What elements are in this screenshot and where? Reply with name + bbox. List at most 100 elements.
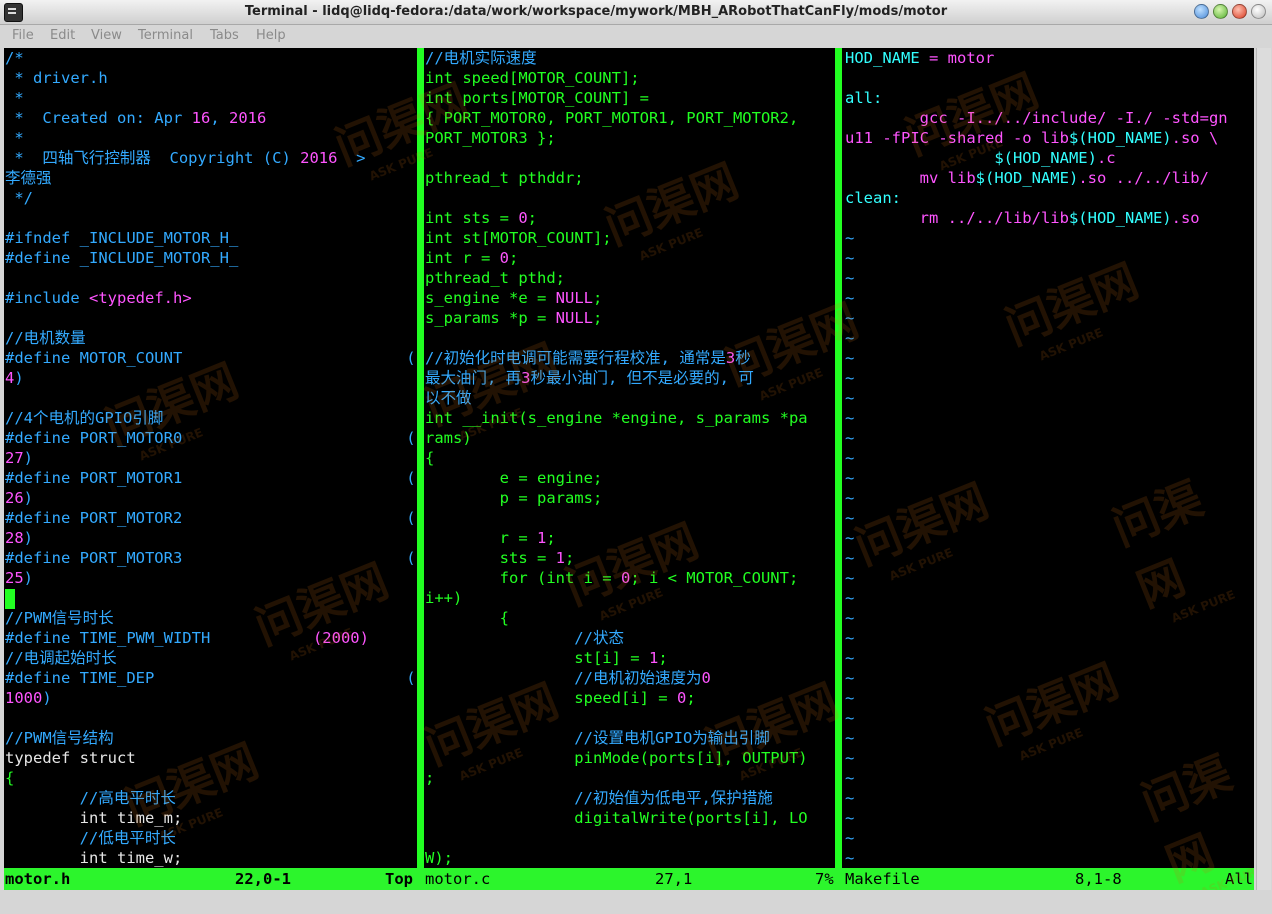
code-token: int st[MOTOR_COUNT]; <box>425 229 612 247</box>
code-token: = motor <box>919 49 995 67</box>
status-filename: Makefile <box>845 870 920 888</box>
maximize-icon[interactable] <box>1213 4 1228 19</box>
code-token: 3 <box>521 369 531 387</box>
code-token: ~ <box>845 349 855 367</box>
vertical-split-separator[interactable] <box>835 48 842 870</box>
code-line: W); <box>425 848 453 868</box>
code-line: * <box>5 128 23 148</box>
code-token: .so \ <box>1171 129 1219 147</box>
code-line: #define _INCLUDE_MOTOR_H_ <box>5 248 238 268</box>
code-token: ) <box>23 449 34 467</box>
code-token: ~ <box>845 549 855 567</box>
code-line: * 四轴飞行控制器 Copyright (C) 2016 > <box>5 148 365 168</box>
status-scroll: All <box>1225 870 1253 888</box>
editor-pane-motor-h[interactable]: /* * driver.h * * Created on: Apr 16, 20… <box>5 48 417 868</box>
code-line: * <box>5 88 23 108</box>
code-line: s_params *p = NULL; <box>425 308 602 328</box>
code-token: $(HOD_NAME) <box>975 169 1079 187</box>
code-token: p = params; <box>425 489 603 507</box>
code-line: p = params; <box>425 488 603 508</box>
code-line: ~ <box>845 608 854 628</box>
code-token: $(HOD_NAME) <box>994 149 1097 167</box>
code-line: 以不做 <box>425 388 472 408</box>
code-token: //电机实际速度 <box>425 49 537 67</box>
code-token: pinMode(ports[i], OUTPUT) <box>425 749 808 767</box>
code-line: clean: <box>845 188 901 208</box>
code-token: 0 <box>701 669 711 687</box>
code-token: { <box>425 449 435 467</box>
code-line: ~ <box>845 328 854 348</box>
code-line: #define TIME_PWM_WIDTH (2000) <box>5 628 369 648</box>
close-icon[interactable] <box>1232 4 1247 19</box>
code-token: (2000) <box>312 629 369 647</box>
code-line: ~ <box>845 528 854 548</box>
code-token: 25 <box>5 569 24 587</box>
code-token: 1000 <box>5 689 43 707</box>
terminal-scrollbar[interactable] <box>1256 48 1271 890</box>
menu-terminal[interactable]: Terminal <box>138 28 193 43</box>
code-line: ~ <box>845 428 854 448</box>
code-token: ~ <box>845 469 855 487</box>
code-line: ~ <box>845 548 854 568</box>
code-token: ~ <box>845 829 855 847</box>
code-token: ~ <box>845 449 855 467</box>
code-token: ~ <box>845 269 855 287</box>
code-line: //4个电机的GPIO引脚 <box>5 408 163 428</box>
code-line: 4) <box>5 368 24 388</box>
vim-status-line: motor.h 22,0-1 Top motor.c 27,1 7% Makef… <box>4 868 1254 890</box>
code-token: .so ../../lib/ <box>1078 169 1209 187</box>
code-token: 27 <box>5 449 24 467</box>
code-token: pthread_t pthddr; <box>425 169 584 187</box>
vertical-split-separator[interactable] <box>417 48 424 870</box>
code-token: #define _INCLUDE_MOTOR_H_ <box>5 249 239 267</box>
code-token: ~ <box>845 529 855 547</box>
menu-tabs[interactable]: Tabs <box>210 28 239 43</box>
code-line: //低电平时长 <box>5 828 176 848</box>
code-token: 最大油门, 再 <box>425 369 522 387</box>
code-token: 0 <box>620 569 631 587</box>
code-token: #ifndef _INCLUDE_MOTOR_H_ <box>5 229 239 247</box>
code-token: 2016 <box>228 109 267 127</box>
code-line: ~ <box>845 648 854 668</box>
code-token: W); <box>425 849 453 867</box>
code-token: #include <box>5 289 89 307</box>
code-line: r = 1; <box>425 528 556 548</box>
code-token: $(HOD_NAME) <box>1068 209 1172 227</box>
code-token: all: <box>845 89 883 107</box>
code-token: ~ <box>845 769 855 787</box>
menu-view[interactable]: View <box>91 28 122 43</box>
code-token: ~ <box>845 249 855 267</box>
code-token: gcc -I../../include/ -I./ -std=gn <box>845 109 1228 127</box>
code-line: ~ <box>845 748 854 768</box>
code-token: #define PORT_MOTOR3 ( <box>5 549 416 567</box>
status-filename: motor.c <box>425 870 491 888</box>
editor-pane-makefile[interactable]: HOD_NAME = motor all: gcc -I../../include… <box>845 48 1254 868</box>
code-token: > <box>337 149 366 167</box>
code-line: pthread_t pthddr; <box>425 168 584 188</box>
editor-pane-motor-c[interactable]: //电机实际速度 int speed[MOTOR_COUNT]; int ports… <box>425 48 835 868</box>
code-token: #define TIME_DEP ( <box>5 669 416 687</box>
code-token: 4 <box>5 369 15 387</box>
menu-help[interactable]: Help <box>256 28 286 43</box>
code-token: ; <box>658 649 668 667</box>
code-line: ~ <box>845 828 854 848</box>
menu-file[interactable]: File <box>12 28 34 43</box>
code-token: NULL <box>555 309 593 327</box>
code-token: ; <box>686 689 696 707</box>
code-token: 26 <box>5 489 24 507</box>
minimize-icon[interactable] <box>1194 4 1209 19</box>
terminal-area[interactable]: /* * driver.h * * Created on: Apr 16, 20… <box>4 48 1254 890</box>
code-token: ~ <box>845 629 855 647</box>
code-token: 1 <box>648 649 659 667</box>
menu-edit[interactable]: Edit <box>50 28 75 43</box>
code-line: ~ <box>845 228 854 248</box>
menu-bar: File Edit View Terminal Tabs Help <box>0 25 1272 47</box>
code-line: 25) <box>5 568 33 588</box>
code-token: #define PORT_MOTOR2 ( <box>5 509 416 527</box>
code-line: #ifndef _INCLUDE_MOTOR_H_ <box>5 228 238 248</box>
restore-icon[interactable] <box>1251 4 1266 19</box>
code-line: { <box>425 608 509 628</box>
code-token: r = <box>425 529 537 547</box>
code-token: ; i < MOTOR_COUNT; <box>630 569 799 587</box>
